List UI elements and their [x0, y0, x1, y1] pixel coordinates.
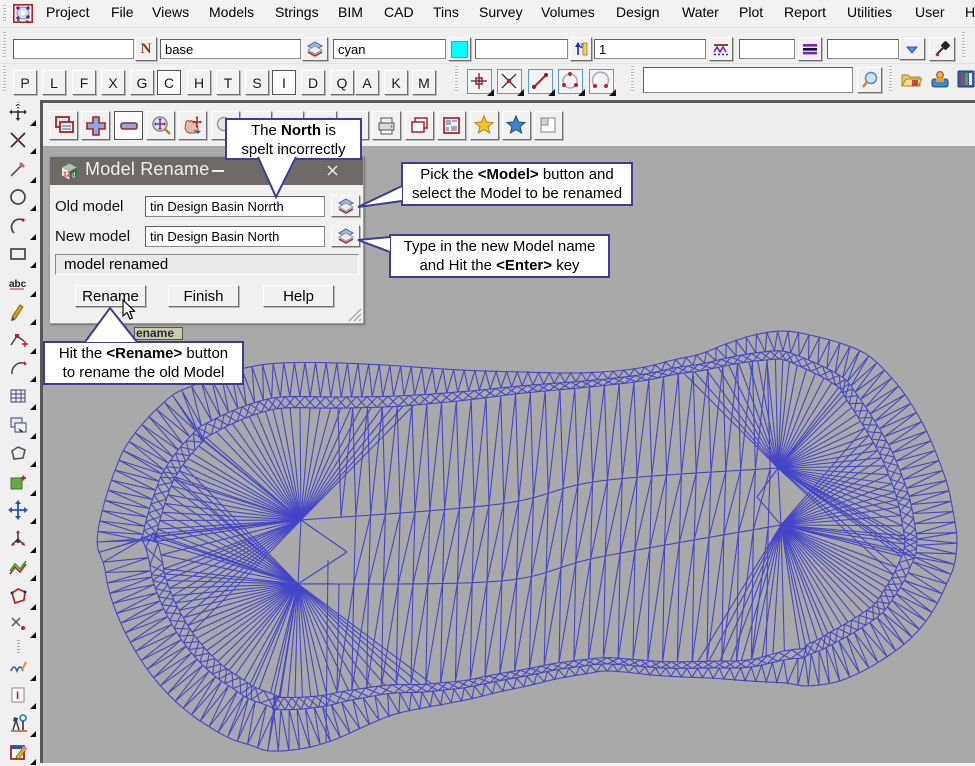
svg-text:12: 12 — [63, 172, 71, 179]
svg-text:d: d — [72, 173, 76, 180]
